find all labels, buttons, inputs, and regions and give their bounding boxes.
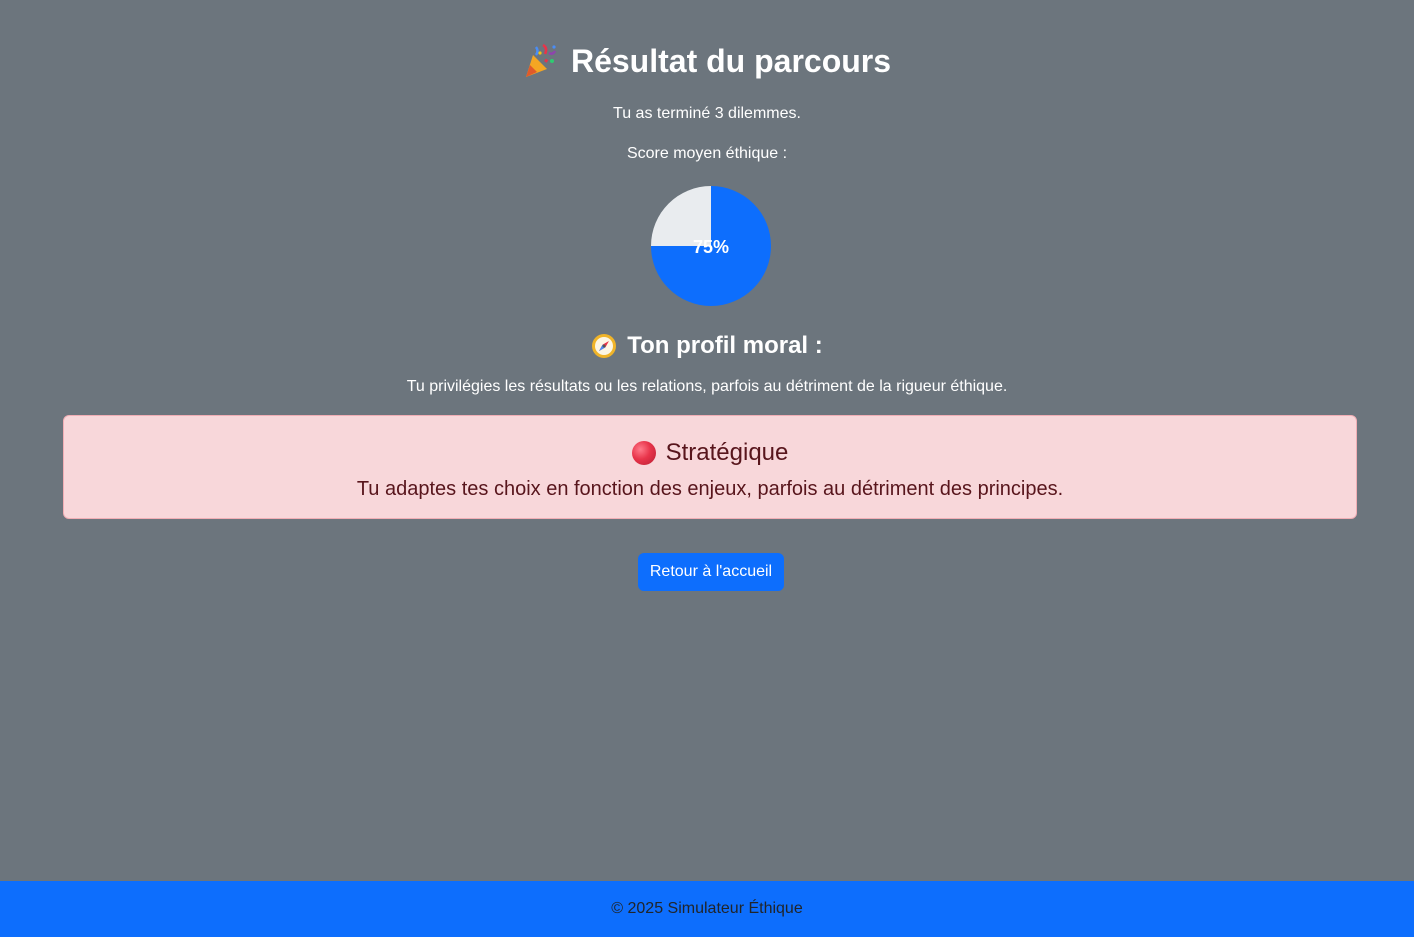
footer-text: © 2025 Simulateur Éthique (611, 900, 803, 917)
alert-text: Tu adaptes tes choix en fonction des enj… (356, 478, 1064, 500)
pie-center-label: 75% (692, 237, 730, 257)
completed-dilemmas-text: Tu as terminé 3 dilemmes. (613, 105, 801, 122)
page-title: Résultat du parcours (0, 38, 1414, 84)
red-circle-icon (631, 441, 656, 465)
profile-heading: Ton profil moral : (0, 330, 1414, 362)
party-popper-icon (523, 43, 557, 79)
alert-title-text: Stratégique (665, 439, 789, 466)
score-pie-chart: 75% (651, 186, 771, 306)
results-page: Résultat du parcours Tu as terminé 3 dil… (0, 0, 1414, 881)
footer: © 2025 Simulateur Éthique (0, 881, 1414, 937)
profile-heading-text: Ton profil moral : (627, 332, 823, 359)
profile-result-alert: Stratégique Tu adaptes tes choix en fonc… (63, 415, 1357, 519)
profile-description: Tu privilégies les résultats ou les rela… (406, 378, 1008, 395)
score-label: Score moyen éthique : (626, 145, 788, 162)
alert-title: Stratégique (64, 438, 1356, 468)
compass-icon (591, 333, 617, 359)
page-title-text: Résultat du parcours (570, 43, 892, 79)
home-button[interactable]: Retour à l'accueil (638, 553, 784, 591)
